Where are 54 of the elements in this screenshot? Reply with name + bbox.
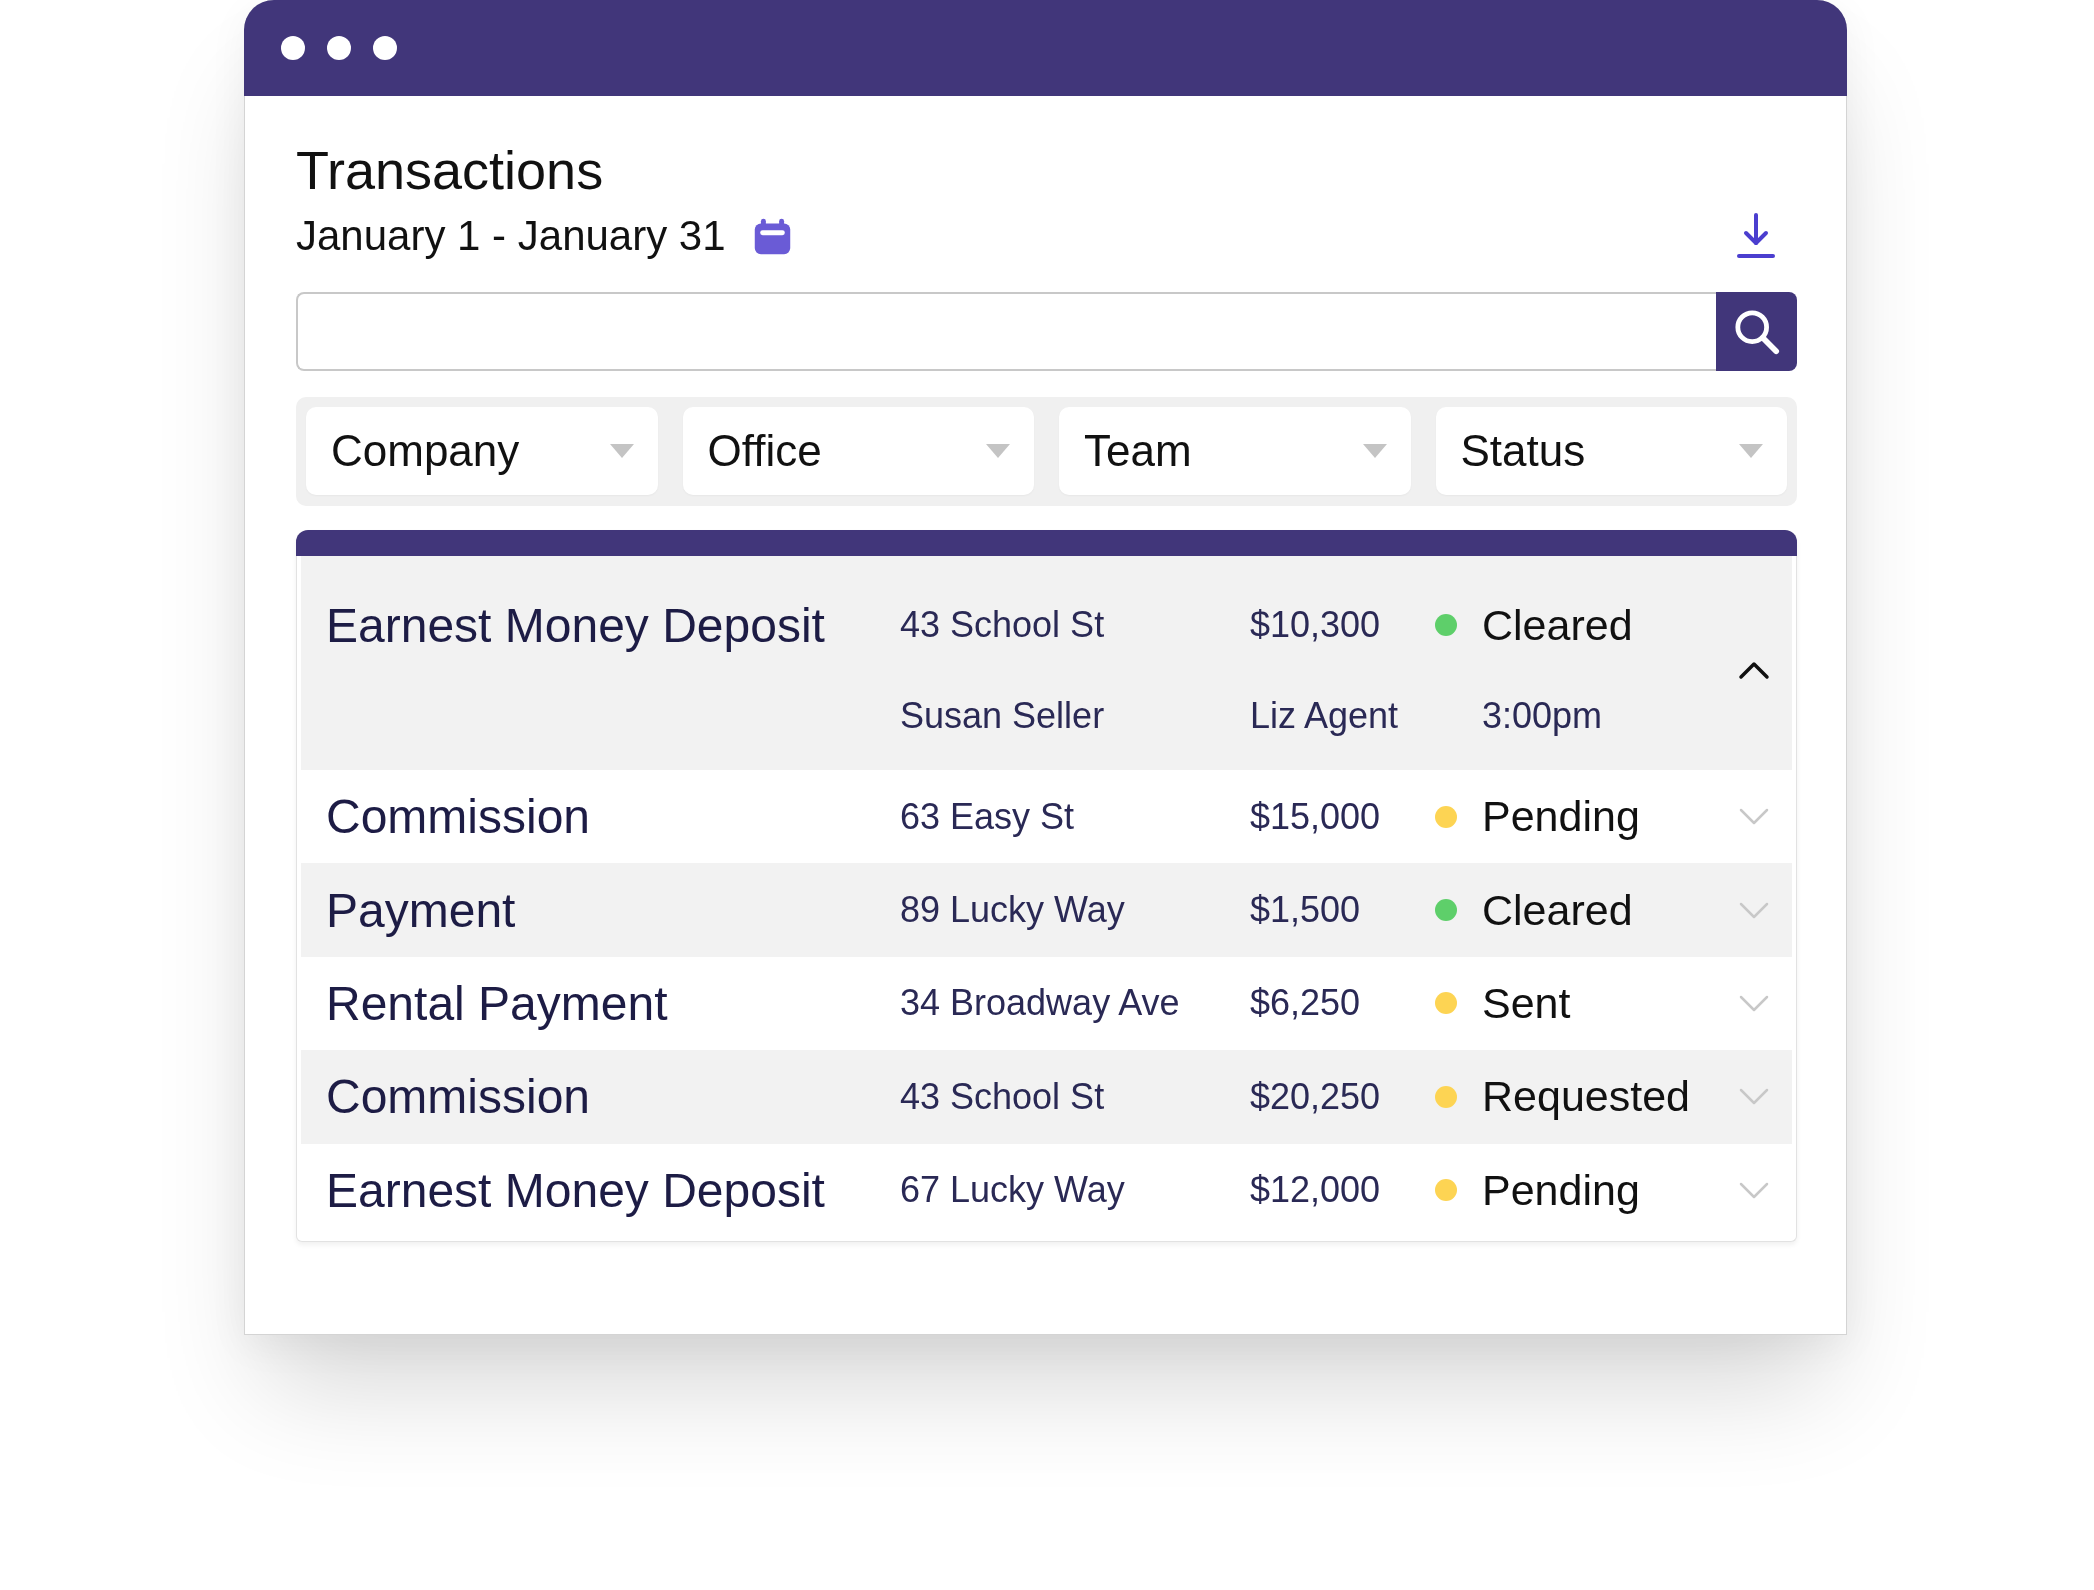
amount-text: $15,000 xyxy=(1250,795,1381,838)
time-text: 3:00pm xyxy=(1482,695,1603,737)
party-name: Susan Seller xyxy=(900,695,1105,737)
caret-icon xyxy=(1362,444,1387,458)
search-field[interactable] xyxy=(296,292,1716,371)
transaction-row[interactable]: Payment 89 Lucky Way $1,500 Cleared xyxy=(301,863,1792,957)
window-dot-icon xyxy=(281,36,305,60)
filter-dropdown[interactable]: Office xyxy=(682,407,1034,495)
chevron-up-icon[interactable] xyxy=(1738,661,1770,680)
address-text: 34 Broadway Ave xyxy=(900,982,1180,1025)
status-text: Sent xyxy=(1482,978,1571,1028)
calendar-icon[interactable] xyxy=(753,217,791,255)
filter-dropdown[interactable]: Status xyxy=(1435,407,1787,495)
chevron-down-icon[interactable] xyxy=(1738,1087,1770,1107)
transaction-type: Payment xyxy=(326,882,516,938)
chevron-down-icon[interactable] xyxy=(1738,807,1770,827)
search-icon xyxy=(1733,308,1780,355)
status-text: Cleared xyxy=(1482,885,1633,935)
status-text: Pending xyxy=(1482,792,1640,842)
window-dot-icon xyxy=(327,36,351,60)
address-text: 63 Easy St xyxy=(900,795,1075,838)
amount-text: $1,500 xyxy=(1250,889,1361,932)
chevron-down-icon[interactable] xyxy=(1738,900,1770,920)
amount-text: $20,250 xyxy=(1250,1075,1381,1118)
caret-icon xyxy=(609,444,634,458)
status-text: Requested xyxy=(1482,1072,1690,1122)
page-title: Transactions xyxy=(296,143,605,197)
amount-text: $10,300 xyxy=(1250,604,1381,646)
transaction-type: Earnest Money Deposit xyxy=(326,1162,825,1218)
transaction-type: Commission xyxy=(326,1069,591,1125)
address-text: 43 School St xyxy=(900,604,1105,646)
filter-dropdown[interactable]: Company xyxy=(306,407,658,495)
transaction-type: Earnest Money Deposit xyxy=(326,597,825,653)
amount-text: $12,000 xyxy=(1250,1169,1381,1212)
date-range: January 1 - January 31 xyxy=(296,215,726,257)
status-text: Pending xyxy=(1482,1165,1640,1215)
window-dot-icon xyxy=(373,36,397,60)
transaction-row[interactable]: Commission 43 School St $20,250 Requested xyxy=(301,1050,1792,1144)
agent-name: Liz Agent xyxy=(1250,695,1399,737)
transaction-type: Commission xyxy=(326,789,591,845)
status-text: Cleared xyxy=(1482,600,1633,650)
amount-text: $6,250 xyxy=(1250,982,1361,1025)
chevron-down-icon[interactable] xyxy=(1738,993,1770,1013)
download-icon[interactable] xyxy=(1736,213,1776,259)
address-text: 67 Lucky Way xyxy=(900,1169,1125,1212)
transaction-type: Rental Payment xyxy=(326,975,668,1031)
search-button[interactable] xyxy=(1716,292,1797,371)
filter-dropdown[interactable]: Team xyxy=(1059,407,1411,495)
address-text: 43 School St xyxy=(900,1075,1105,1118)
address-text: 89 Lucky Way xyxy=(900,889,1125,932)
caret-icon xyxy=(1739,444,1763,458)
chevron-down-icon[interactable] xyxy=(1738,1180,1770,1200)
caret-icon xyxy=(986,444,1010,458)
transaction-row[interactable]: Earnest Money Deposit 43 School St $10,300 Cleared Susan Seller Liz Agent 3:00pm xyxy=(301,556,1792,770)
